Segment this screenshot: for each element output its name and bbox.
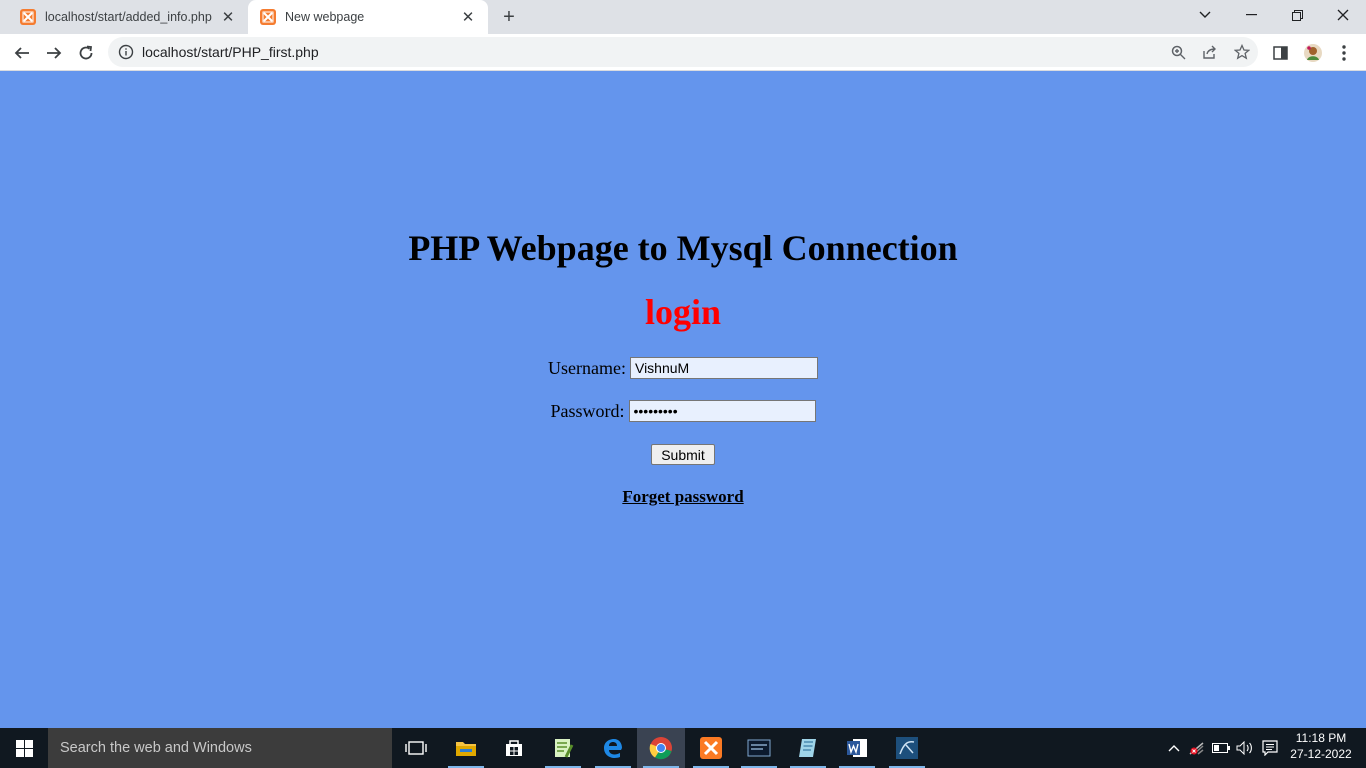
word-app[interactable] bbox=[833, 728, 881, 768]
clock-time: 11:18 PM bbox=[1295, 731, 1347, 745]
notepad-plus-icon bbox=[555, 739, 574, 758]
start-button[interactable] bbox=[0, 728, 48, 768]
address-url: localhost/start/PHP_first.php bbox=[142, 44, 319, 60]
avatar-icon bbox=[1304, 44, 1322, 62]
tab-title: New webpage bbox=[285, 10, 365, 24]
address-bar[interactable]: localhost/start/PHP_first.php bbox=[108, 37, 1258, 67]
mysql-workbench-icon bbox=[896, 737, 918, 759]
browser-toolbar: localhost/start/PHP_first.php bbox=[0, 34, 1366, 71]
notification-icon bbox=[1262, 740, 1278, 756]
store-app[interactable] bbox=[490, 728, 538, 768]
file-explorer-app[interactable] bbox=[442, 728, 490, 768]
password-label: Password: bbox=[550, 400, 625, 421]
edge-icon bbox=[604, 739, 622, 758]
login-heading: login bbox=[644, 292, 722, 332]
tab-search-button[interactable] bbox=[1182, 0, 1228, 30]
windows-taskbar: Search the web and Windows 11:18 PM 27-1… bbox=[0, 728, 1366, 768]
close-icon bbox=[1337, 9, 1349, 21]
mysql-console-app[interactable] bbox=[735, 728, 783, 768]
tab-strip: localhost/start/added_info.php ✕ New web… bbox=[0, 0, 1366, 34]
word-icon bbox=[847, 739, 867, 757]
chrome-app[interactable] bbox=[637, 728, 685, 768]
arrow-left-icon bbox=[14, 47, 29, 59]
username-row: Username: bbox=[0, 357, 1366, 379]
battery-icon bbox=[1212, 743, 1230, 753]
kebab-menu-icon bbox=[1342, 45, 1346, 61]
tab-title: localhost/start/added_info.php bbox=[45, 10, 212, 24]
minimize-icon bbox=[1245, 14, 1257, 16]
close-tab-icon[interactable]: ✕ bbox=[218, 7, 238, 27]
xampp-icon bbox=[700, 737, 722, 759]
reload-button[interactable] bbox=[72, 39, 100, 67]
taskbar-clock[interactable]: 11:18 PM 27-12-2022 bbox=[1286, 730, 1356, 762]
edge-app[interactable] bbox=[589, 728, 637, 768]
username-label: Username: bbox=[548, 357, 626, 378]
xampp-favicon-icon bbox=[260, 9, 276, 25]
editor-icon bbox=[799, 739, 816, 757]
page-content: PHP Webpage to Mysql Connection login Us… bbox=[0, 71, 1366, 728]
forget-password-link[interactable]: Forget password bbox=[0, 487, 1366, 507]
tab-added-info[interactable]: localhost/start/added_info.php ✕ bbox=[8, 0, 248, 34]
new-tab-button[interactable]: + bbox=[498, 6, 520, 28]
username-input[interactable] bbox=[629, 357, 818, 379]
info-icon[interactable] bbox=[118, 44, 134, 60]
restore-button[interactable] bbox=[1274, 0, 1320, 30]
search-placeholder: Search the web and Windows bbox=[60, 740, 252, 756]
network-disconnected-icon bbox=[1189, 742, 1204, 755]
mysql-console-icon bbox=[747, 739, 771, 757]
password-row: Password: bbox=[0, 400, 1366, 422]
reload-icon bbox=[79, 45, 93, 60]
clock-date: 27-12-2022 bbox=[1290, 747, 1352, 761]
mysql-workbench-app[interactable] bbox=[883, 728, 931, 768]
forward-button[interactable] bbox=[40, 39, 68, 67]
share-icon[interactable] bbox=[1194, 37, 1226, 67]
restore-icon bbox=[1291, 9, 1303, 21]
side-panel-button[interactable] bbox=[1266, 39, 1294, 67]
taskbar-search[interactable]: Search the web and Windows bbox=[48, 728, 392, 768]
arrow-right-icon bbox=[47, 47, 62, 59]
bookmark-star-icon[interactable] bbox=[1226, 37, 1258, 67]
chevron-up-icon bbox=[1168, 745, 1180, 752]
show-hidden-icons-button[interactable] bbox=[1164, 728, 1184, 768]
back-button[interactable] bbox=[8, 39, 36, 67]
tab-new-webpage[interactable]: New webpage ✕ bbox=[248, 0, 488, 34]
page-title: PHP Webpage to Mysql Connection bbox=[408, 228, 958, 268]
editor-app[interactable] bbox=[784, 728, 832, 768]
menu-button[interactable] bbox=[1330, 39, 1358, 67]
xampp-favicon-icon bbox=[20, 9, 36, 25]
submit-button[interactable]: Submit bbox=[651, 444, 715, 465]
folder-icon bbox=[456, 742, 476, 756]
close-tab-icon[interactable]: ✕ bbox=[458, 7, 478, 27]
profile-avatar[interactable] bbox=[1299, 39, 1327, 67]
close-window-button[interactable] bbox=[1320, 0, 1366, 30]
action-center-button[interactable] bbox=[1258, 728, 1282, 768]
speaker-icon bbox=[1236, 741, 1252, 755]
chrome-icon bbox=[649, 737, 672, 760]
notepad-plus-app[interactable] bbox=[539, 728, 587, 768]
chevron-down-icon bbox=[1199, 11, 1211, 18]
windows-logo-icon bbox=[15, 739, 33, 757]
network-status-button[interactable] bbox=[1186, 728, 1208, 768]
store-bag-icon bbox=[506, 740, 522, 756]
battery-button[interactable] bbox=[1210, 728, 1232, 768]
xampp-app[interactable] bbox=[687, 728, 735, 768]
volume-button[interactable] bbox=[1234, 728, 1256, 768]
password-input[interactable] bbox=[628, 400, 816, 422]
task-view-button[interactable] bbox=[392, 728, 440, 768]
zoom-icon[interactable] bbox=[1162, 37, 1194, 67]
side-panel-icon bbox=[1272, 46, 1288, 60]
minimize-button[interactable] bbox=[1228, 0, 1274, 30]
task-view-icon bbox=[405, 741, 427, 755]
